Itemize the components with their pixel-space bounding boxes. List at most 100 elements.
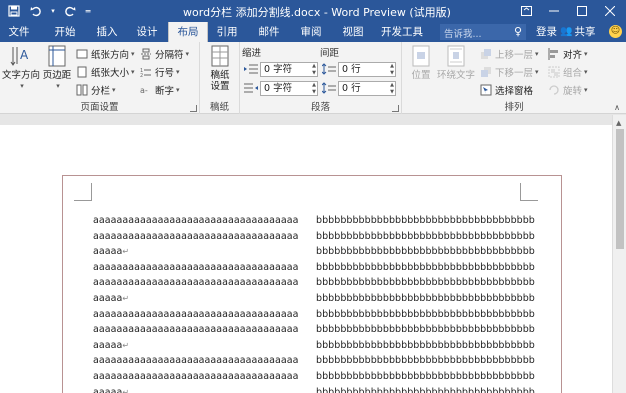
spacing-before-field[interactable]: 0 行 ▲ ▼ <box>338 62 396 77</box>
selection-pane-button[interactable]: 选择窗格 <box>480 82 533 98</box>
text-line-content: aaaaaaaaaaaaaaaaaaaaaaaaaaaaaaaaaaa <box>93 355 299 367</box>
text-line-content: aaaaaaaaaaaaaaaaaaaaaaaaaaaaaaaaaaa <box>93 261 299 273</box>
spinner-arrows-icon[interactable]: ▲ ▼ <box>312 63 316 76</box>
text-line: aaaaaaaaaaaaaaaaaaaaaaaaaaaaaaaaaaa <box>93 322 299 338</box>
tab-design[interactable]: 设计 <box>130 22 164 42</box>
rotate-button[interactable]: 旋转 ▾ <box>548 82 588 98</box>
maximize-icon[interactable] <box>568 0 596 22</box>
dialog-launcher-icon[interactable] <box>392 105 399 112</box>
tab-home[interactable]: 开始 <box>48 22 82 42</box>
chevron-down-icon[interactable]: ▾ <box>48 2 58 20</box>
wrap-text-icon <box>444 44 468 68</box>
rotate-icon <box>548 84 560 96</box>
text-line: aaaaaaaaaaaaaaaaaaaaaaaaaaaaaaaaaaa <box>93 369 299 385</box>
tab-view[interactable]: 视图 <box>336 22 370 42</box>
text-line: aaaaa↵ <box>93 338 299 354</box>
indent-left-field[interactable]: 0 字符 ▲ ▼ <box>260 62 318 77</box>
align-button[interactable]: 对齐 ▾ <box>548 46 588 62</box>
close-icon[interactable] <box>596 0 624 22</box>
text-line: bbbbbbbbbbbbbbbbbbbbbbbbbbbbbbbbbbbb <box>316 386 535 393</box>
columns-label: 分栏 <box>91 86 111 97</box>
orientation-button[interactable]: 纸张方向 ▾ <box>76 46 135 62</box>
group-objects-label: 组合 <box>563 68 583 79</box>
window-controls <box>512 0 624 22</box>
dialog-launcher-icon[interactable] <box>190 105 197 112</box>
share-button[interactable]: 👥 共享 <box>560 22 595 42</box>
tab-review[interactable]: 审阅 <box>294 22 328 42</box>
position-button[interactable]: 位置 <box>404 44 438 81</box>
ribbon-tab-row: 文件 开始 插入 设计 布局 引用 邮件 审阅 视图 开发工具 告诉我... ♀… <box>0 22 626 42</box>
spinner-arrows-icon[interactable]: ▲ ▼ <box>390 63 394 76</box>
tab-developer[interactable]: 开发工具 <box>376 22 428 42</box>
scroll-up-icon[interactable]: ▲ <box>616 119 621 127</box>
line-numbers-button[interactable]: 12 行号 ▾ <box>140 64 180 80</box>
align-label: 对齐 <box>563 50 583 61</box>
crop-mark-top-right <box>520 183 538 201</box>
text-line: aaaaaaaaaaaaaaaaaaaaaaaaaaaaaaaaaaa <box>93 353 299 369</box>
manuscript-grid-icon <box>208 44 232 68</box>
text-line-content: aaaaaaaaaaaaaaaaaaaaaaaaaaaaaaaaaaa <box>93 370 299 382</box>
bring-forward-label: 上移一层 <box>495 50 534 61</box>
left-text-column[interactable]: aaaaaaaaaaaaaaaaaaaaaaaaaaaaaaaaaaa aaaaa… <box>93 213 299 393</box>
document-page[interactable]: aaaaaaaaaaaaaaaaaaaaaaaaaaaaaaaaaaa aaaaa… <box>0 125 612 393</box>
spacing-after-field[interactable]: 0 行 ▲ ▼ <box>338 81 396 96</box>
redo-icon[interactable] <box>60 2 80 20</box>
minimize-icon[interactable] <box>540 0 568 22</box>
right-text-column[interactable]: bbbbbbbbbbbbbbbbbbbbbbbbbbbbbbbbbbbb bbbb… <box>316 213 535 393</box>
text-line: aaaaa↵ <box>93 385 299 393</box>
chevron-down-icon: ▾ <box>112 86 116 94</box>
text-direction-button[interactable]: A 文字方向 ▾ <box>2 44 40 92</box>
tab-insert[interactable]: 插入 <box>90 22 124 42</box>
scrollbar-thumb[interactable] <box>616 129 624 249</box>
lightbulb-icon: ♀ <box>513 25 522 38</box>
spinner-arrows-icon[interactable]: ▲ ▼ <box>312 82 316 95</box>
signin-link[interactable]: 登录 <box>536 22 557 42</box>
text-line-content: aaaaaaaaaaaaaaaaaaaaaaaaaaaaaaaaaaa <box>93 230 299 242</box>
group-paragraph: 缩进 间距 0 字符 ▲ ▼ 0 字符 ▲ ▼ 0 行 ▲ ▼ 0 行 ▲ ▼ 段落 <box>240 42 402 114</box>
svg-text:2: 2 <box>140 73 143 78</box>
group-objects-button[interactable]: 组合 ▾ <box>548 64 588 80</box>
bring-forward-button[interactable]: 上移一层 ▾ <box>480 46 539 62</box>
wrap-text-label: 环绕文字 <box>436 70 475 81</box>
tab-references[interactable]: 引用 <box>210 22 244 42</box>
send-backward-button[interactable]: 下移一层 ▾ <box>480 64 539 80</box>
share-people-icon: 👥 <box>560 26 573 37</box>
hyphenation-label: 断字 <box>155 86 175 97</box>
vertical-scrollbar[interactable]: ▲ <box>612 115 626 393</box>
text-line: aaaaaaaaaaaaaaaaaaaaaaaaaaaaaaaaaaa <box>93 213 299 229</box>
collapse-ribbon-icon[interactable]: ∧ <box>614 103 620 112</box>
indent-right-field[interactable]: 0 字符 ▲ ▼ <box>260 81 318 96</box>
group-label-manuscript: 稿纸 <box>209 102 229 113</box>
tab-layout[interactable]: 布局 <box>168 22 208 42</box>
breaks-button[interactable]: 分隔符 ▾ <box>140 46 189 62</box>
indent-left-value: 0 字符 <box>264 64 293 75</box>
feedback-smiley-icon[interactable]: ☺ <box>609 25 622 38</box>
ribbon-display-icon[interactable] <box>512 0 540 22</box>
size-button[interactable]: 纸张大小 ▾ <box>76 64 135 80</box>
spacing-title: 间距 <box>320 48 340 59</box>
wrap-text-button[interactable]: 环绕文字 <box>436 44 476 81</box>
chevron-down-icon: ▾ <box>176 86 180 94</box>
margins-button[interactable]: 页边距 ▾ <box>40 44 74 92</box>
group-page-setup: A 文字方向 ▾ 页边距 ▾ 纸张方向▾ 纸张大小▾ 分栏▾ 分隔符▾ <box>0 42 200 114</box>
text-line: aaaaaaaaaaaaaaaaaaaaaaaaaaaaaaaaaaa <box>93 307 299 323</box>
text-line-content: aaaaaaaaaaaaaaaaaaaaaaaaaaaaaaaaaaa <box>93 215 299 226</box>
customize-qat-icon[interactable]: ═ <box>82 2 94 20</box>
spinner-arrows-icon[interactable]: ▲ ▼ <box>390 82 394 95</box>
orientation-icon <box>76 48 88 60</box>
indent-right-value: 0 字符 <box>264 83 293 94</box>
hyphenation-button[interactable]: a- 断字 ▾ <box>140 82 180 98</box>
manuscript-settings-button[interactable]: 稿纸 设置 <box>204 44 236 92</box>
margins-icon <box>45 44 69 68</box>
tell-me-search[interactable]: 告诉我... ♀ <box>440 24 526 40</box>
paragraph-mark-icon: ↵ <box>122 340 130 350</box>
columns-button[interactable]: 分栏 ▾ <box>76 82 116 98</box>
tab-mailings[interactable]: 邮件 <box>252 22 286 42</box>
undo-icon[interactable] <box>26 2 46 20</box>
send-backward-icon <box>480 66 492 78</box>
text-line: bbbbbbbbbbbbbbbbbbbbbbbbbbbbbbbbbbbb <box>316 355 535 367</box>
tab-file[interactable]: 文件 <box>4 22 34 42</box>
text-line: bbbbbbbbbbbbbbbbbbbbbbbbbbbbbbbbbbbb <box>316 277 535 289</box>
save-icon[interactable] <box>4 2 24 20</box>
text-line-content: aaaaa <box>93 246 123 258</box>
